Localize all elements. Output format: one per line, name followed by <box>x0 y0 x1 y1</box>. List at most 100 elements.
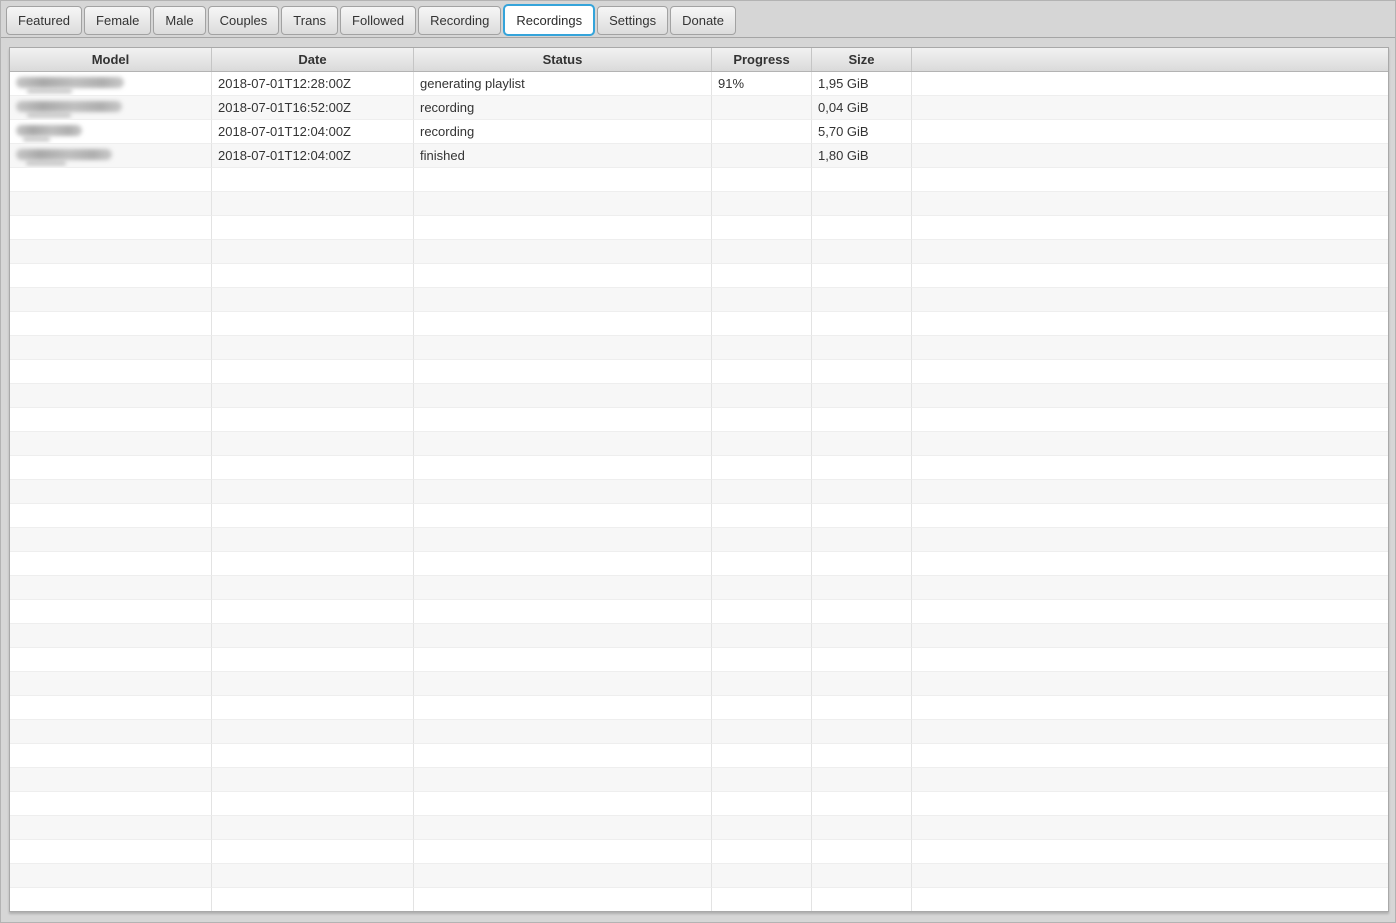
cell-model <box>10 360 212 384</box>
app-window: { "tabs": [ {"label": "Featured", "activ… <box>0 0 1396 923</box>
cell-model <box>10 888 212 912</box>
cell-model <box>10 504 212 528</box>
cell-progress <box>712 240 812 264</box>
cell-date <box>212 264 414 288</box>
cell-size <box>812 312 912 336</box>
cell-status <box>414 384 712 408</box>
cell-size <box>812 336 912 360</box>
cell-status <box>414 552 712 576</box>
tab-couples[interactable]: Couples <box>208 6 280 35</box>
empty-row[interactable] <box>10 240 1388 264</box>
empty-row[interactable] <box>10 552 1388 576</box>
cell-filler <box>912 600 1388 624</box>
empty-row[interactable] <box>10 696 1388 720</box>
cell-size <box>812 192 912 216</box>
empty-row[interactable] <box>10 264 1388 288</box>
cell-progress <box>712 888 812 912</box>
cell-progress <box>712 312 812 336</box>
tab-donate[interactable]: Donate <box>670 6 736 35</box>
redacted-model-name <box>16 101 122 112</box>
empty-row[interactable] <box>10 528 1388 552</box>
table-row[interactable]: 2018-07-01T12:04:00Zfinished1,80 GiB <box>10 144 1388 168</box>
empty-row[interactable] <box>10 744 1388 768</box>
cell-progress <box>712 336 812 360</box>
empty-row[interactable] <box>10 384 1388 408</box>
empty-row[interactable] <box>10 600 1388 624</box>
cell-progress <box>712 816 812 840</box>
cell-filler <box>912 264 1388 288</box>
table-row[interactable]: 2018-07-01T16:52:00Zrecording0,04 GiB <box>10 96 1388 120</box>
column-header-size[interactable]: Size <box>812 48 912 71</box>
tab-recordings[interactable]: Recordings <box>503 4 595 36</box>
empty-row[interactable] <box>10 480 1388 504</box>
cell-filler <box>912 432 1388 456</box>
cell-filler <box>912 408 1388 432</box>
tab-settings[interactable]: Settings <box>597 6 668 35</box>
cell-progress <box>712 120 812 144</box>
empty-row[interactable] <box>10 864 1388 888</box>
cell-progress <box>712 600 812 624</box>
cell-size <box>812 816 912 840</box>
empty-row[interactable] <box>10 840 1388 864</box>
column-header-model[interactable]: Model <box>10 48 212 71</box>
cell-size <box>812 768 912 792</box>
empty-row[interactable] <box>10 168 1388 192</box>
tab-featured[interactable]: Featured <box>6 6 82 35</box>
empty-row[interactable] <box>10 336 1388 360</box>
empty-row[interactable] <box>10 576 1388 600</box>
tab-female[interactable]: Female <box>84 6 151 35</box>
cell-progress <box>712 144 812 168</box>
cell-status <box>414 504 712 528</box>
column-header-status[interactable]: Status <box>414 48 712 71</box>
cell-filler <box>912 672 1388 696</box>
cell-model <box>10 816 212 840</box>
cell-size <box>812 168 912 192</box>
table-row[interactable]: 2018-07-01T12:28:00Zgenerating playlist9… <box>10 72 1388 96</box>
tab-recording[interactable]: Recording <box>418 6 501 35</box>
table-header-row: ModelDateStatusProgressSize <box>10 48 1388 72</box>
empty-row[interactable] <box>10 192 1388 216</box>
cell-date <box>212 432 414 456</box>
empty-row[interactable] <box>10 720 1388 744</box>
empty-row[interactable] <box>10 408 1388 432</box>
table-row[interactable]: 2018-07-01T12:04:00Zrecording5,70 GiB <box>10 120 1388 144</box>
empty-row[interactable] <box>10 288 1388 312</box>
empty-row[interactable] <box>10 624 1388 648</box>
empty-row[interactable] <box>10 816 1388 840</box>
empty-row[interactable] <box>10 648 1388 672</box>
empty-row[interactable] <box>10 216 1388 240</box>
cell-model <box>10 144 212 168</box>
cell-filler <box>912 72 1388 96</box>
tab-followed[interactable]: Followed <box>340 6 416 35</box>
cell-status <box>414 312 712 336</box>
empty-row[interactable] <box>10 360 1388 384</box>
cell-model <box>10 600 212 624</box>
cell-status <box>414 768 712 792</box>
cell-progress <box>712 360 812 384</box>
cell-progress <box>712 696 812 720</box>
cell-status <box>414 360 712 384</box>
column-header-date[interactable]: Date <box>212 48 414 71</box>
column-header-progress[interactable]: Progress <box>712 48 812 71</box>
cell-status: finished <box>414 144 712 168</box>
cell-filler <box>912 888 1388 912</box>
empty-row[interactable] <box>10 312 1388 336</box>
empty-row[interactable] <box>10 792 1388 816</box>
tab-trans[interactable]: Trans <box>281 6 338 35</box>
empty-row[interactable] <box>10 672 1388 696</box>
cell-model <box>10 216 212 240</box>
empty-row[interactable] <box>10 504 1388 528</box>
cell-progress <box>712 720 812 744</box>
tab-male[interactable]: Male <box>153 6 205 35</box>
recordings-table: ModelDateStatusProgressSize 2018-07-01T1… <box>9 47 1389 912</box>
empty-row[interactable] <box>10 768 1388 792</box>
cell-model <box>10 624 212 648</box>
cell-size <box>812 432 912 456</box>
cell-filler <box>912 240 1388 264</box>
cell-model <box>10 384 212 408</box>
cell-size <box>812 384 912 408</box>
redacted-model-name <box>16 125 82 136</box>
empty-row[interactable] <box>10 456 1388 480</box>
empty-row[interactable] <box>10 432 1388 456</box>
empty-row[interactable] <box>10 888 1388 912</box>
